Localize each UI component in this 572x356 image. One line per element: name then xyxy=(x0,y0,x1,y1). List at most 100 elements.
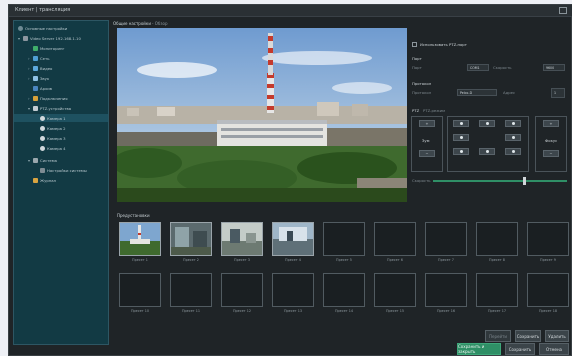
preset-tile-13[interactable] xyxy=(272,273,314,307)
preset-label: Пресет 8 xyxy=(489,258,505,262)
preset-label: Пресет 9 xyxy=(540,258,556,262)
preset-label: Пресет 4 xyxy=(285,258,301,262)
preset-tile-16[interactable] xyxy=(425,273,467,307)
protocol-select[interactable]: Pelco-D xyxy=(457,89,497,96)
sidebar-item-label: Сеть xyxy=(40,55,50,61)
sidebar-item-video[interactable]: › Видео xyxy=(28,64,52,72)
focus-far-button[interactable]: − xyxy=(543,150,559,157)
preset-tile-9[interactable] xyxy=(527,222,569,256)
zoom-label: Зум xyxy=(422,138,430,143)
speed-select[interactable]: 9600 xyxy=(543,64,565,71)
camera-preview[interactable] xyxy=(117,28,407,202)
preset-label: Пресет 17 xyxy=(487,309,507,313)
speed-value: 9600 xyxy=(546,66,555,70)
sidebar-item-camera-3[interactable]: Камера 3 xyxy=(40,134,66,142)
ptz-down-right-button[interactable] xyxy=(505,148,521,155)
main-panel: Общие настройки · Обзор Использовать PTZ… xyxy=(113,20,569,345)
save-and-close-button[interactable]: Сохранить и закрыть xyxy=(457,343,501,355)
audio-icon xyxy=(33,75,38,81)
preset-tile-18[interactable] xyxy=(527,273,569,307)
ptz-settings-panel: Использовать PTZ-порт Порт Порт COM1 Ско… xyxy=(411,42,569,202)
sidebar-item-main-settings[interactable]: Основные настройки xyxy=(18,24,67,32)
preset-tile-3[interactable] xyxy=(221,222,263,256)
sidebar-item-camera-4[interactable]: Камера 4 xyxy=(40,144,66,152)
log-icon xyxy=(33,177,38,183)
camera-scene-image xyxy=(117,28,407,202)
ptz-mode-label: PTZ-режим xyxy=(423,108,446,113)
preset-tile-11[interactable] xyxy=(170,273,212,307)
sidebar-item-label: Камера 4 xyxy=(47,145,66,151)
ptz-speed-slider-handle[interactable] xyxy=(523,177,526,185)
sidebar-item-audio[interactable]: › Звук xyxy=(28,74,49,82)
sidebar-item-system-settings[interactable]: Настройки системы xyxy=(40,166,87,174)
sidebar-item-monitoring[interactable]: Мониторинг xyxy=(28,44,64,52)
save-preset-button[interactable]: Сохранить xyxy=(515,330,541,342)
preset-tile-4[interactable] xyxy=(272,222,314,256)
port-select[interactable]: COM1 xyxy=(467,64,489,71)
focus-label: Фокус xyxy=(545,138,558,143)
preset-tile-14[interactable] xyxy=(323,273,365,307)
preset-label: Пресет 2 xyxy=(183,258,199,262)
go-to-preset-button[interactable]: Перейти xyxy=(485,330,511,342)
ptz-up-button[interactable] xyxy=(479,120,495,127)
sidebar-item-label: Камера 2 xyxy=(47,125,66,131)
sidebar-item-network[interactable]: › Сеть xyxy=(28,54,49,62)
preset-tile-7[interactable] xyxy=(425,222,467,256)
address-stepper[interactable]: 1 xyxy=(551,88,565,98)
ptz-speed-label: Скорость xyxy=(412,178,431,183)
sidebar-item-log[interactable]: Журнал xyxy=(28,176,56,184)
ptz-right-button[interactable] xyxy=(505,134,521,141)
sidebar-item-label: Камера 1 xyxy=(47,115,66,121)
sidebar-item-label: Мониторинг xyxy=(40,45,65,51)
zoom-in-button[interactable]: + xyxy=(419,120,435,127)
preset-tile-6[interactable] xyxy=(374,222,416,256)
sidebar-item-label: Настройки системы xyxy=(47,167,87,173)
preset-label: Пресет 15 xyxy=(385,309,405,313)
ptz-icon xyxy=(33,105,38,111)
sidebar-item-connections[interactable]: › Подключения xyxy=(28,94,68,102)
breadcrumb-sub: Обзор xyxy=(154,21,168,26)
use-ptz-label: Использовать PTZ-порт xyxy=(420,42,467,47)
delete-preset-button[interactable]: Удалить xyxy=(545,330,569,342)
warning-icon xyxy=(33,95,38,101)
sidebar-item-system[interactable]: ▾ Система xyxy=(28,156,57,164)
preset-label: Пресет 5 xyxy=(336,258,352,262)
ptz-left-button[interactable] xyxy=(453,134,469,141)
video-icon xyxy=(33,65,38,71)
sidebar-item-label: Камера 3 xyxy=(47,135,66,141)
protocol-value: Pelco-D xyxy=(460,91,473,95)
title-bar: Клиент | трансляция xyxy=(9,5,572,17)
zoom-out-button[interactable]: − xyxy=(419,150,435,157)
preset-thumbnail xyxy=(120,223,160,255)
sidebar-item-camera-2[interactable]: Камера 2 xyxy=(40,124,66,132)
ptz-down-button[interactable] xyxy=(479,148,495,155)
preset-tile-5[interactable] xyxy=(323,222,365,256)
ptz-down-left-button[interactable] xyxy=(453,148,469,155)
maximize-icon[interactable] xyxy=(559,7,567,14)
preset-tile-8[interactable] xyxy=(476,222,518,256)
sidebar-item-camera-1[interactable]: Камера 1 xyxy=(14,114,108,122)
sidebar-item-archive[interactable]: Архив xyxy=(28,84,52,92)
ptz-speed-slider[interactable] xyxy=(433,180,567,182)
protocol-label: Протокол xyxy=(412,90,432,95)
sidebar-item-ptz[interactable]: ▾ PTZ-устройства xyxy=(28,104,71,112)
sidebar-item-server[interactable]: ▾ Video Server 192.168.1.10 xyxy=(18,34,81,42)
use-ptz-checkbox[interactable] xyxy=(412,42,417,47)
cancel-button[interactable]: Отмена xyxy=(539,343,569,355)
preset-tile-15[interactable] xyxy=(374,273,416,307)
sidebar-item-label: Архив xyxy=(40,85,52,91)
ptz-up-right-button[interactable] xyxy=(505,120,521,127)
save-button[interactable]: Сохранить xyxy=(505,343,535,355)
ptz-section-title: PTZ xyxy=(412,108,420,113)
window-title: Клиент | трансляция xyxy=(15,7,71,13)
ptz-up-left-button[interactable] xyxy=(453,120,469,127)
preset-tile-12[interactable] xyxy=(221,273,263,307)
preset-tile-17[interactable] xyxy=(476,273,518,307)
sidebar-item-label: Журнал xyxy=(40,177,56,183)
preset-label: Пресет 16 xyxy=(436,309,456,313)
preset-tile-10[interactable] xyxy=(119,273,161,307)
preset-tile-2[interactable] xyxy=(170,222,212,256)
preset-tile-1[interactable] xyxy=(119,222,161,256)
focus-near-button[interactable]: + xyxy=(543,120,559,127)
presets-title: Предустановки xyxy=(117,213,150,218)
